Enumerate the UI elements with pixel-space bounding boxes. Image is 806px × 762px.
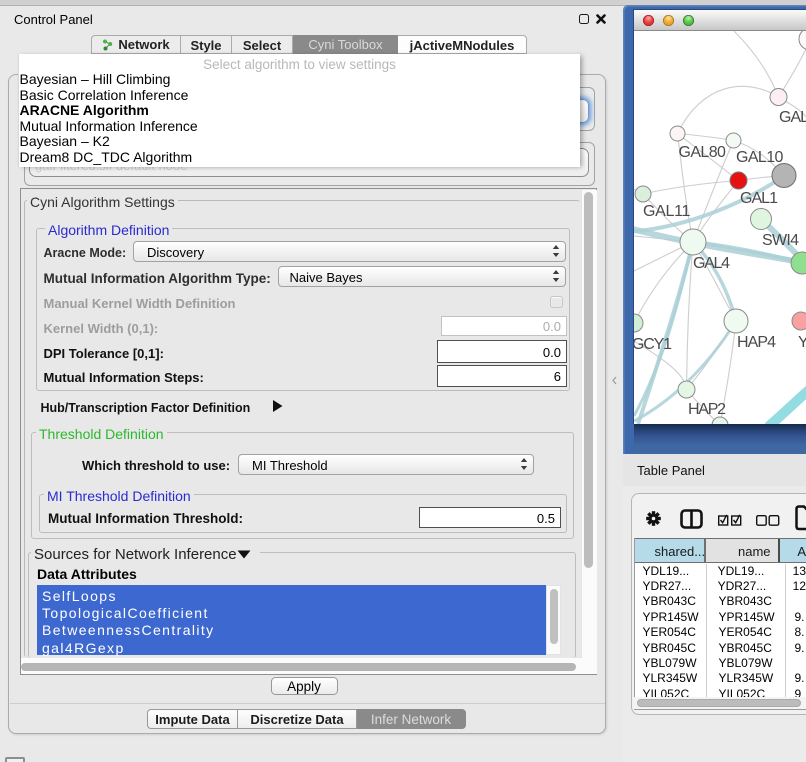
svg-text:SWI4: SWI4	[762, 232, 799, 249]
svg-text:HAP2: HAP2	[688, 401, 726, 418]
svg-text:HAP4: HAP4	[737, 334, 776, 351]
svg-text:GAL4: GAL4	[693, 255, 730, 272]
svg-text:GAL80: GAL80	[679, 144, 726, 161]
svg-text:GAL7: GAL7	[779, 109, 806, 126]
svg-text:Y: Y	[798, 334, 806, 351]
svg-text:GCY1: GCY1	[634, 336, 672, 353]
svg-text:GAL1: GAL1	[740, 190, 778, 207]
svg-text:GAL11: GAL11	[643, 203, 690, 220]
svg-text:GAL10: GAL10	[736, 149, 783, 166]
